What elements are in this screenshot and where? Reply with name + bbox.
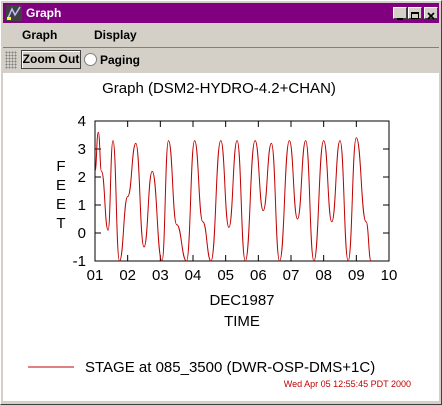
- chart-title: Graph (DSM2-HYDRO-4.2+CHAN): [102, 80, 336, 97]
- y-axis-label: FEET: [56, 158, 66, 232]
- timestamp: Wed Apr 05 12:55:45 PDT 2000: [284, 379, 411, 389]
- y-tick-label: 3: [78, 141, 86, 158]
- toolbar: Zoom Out Paging: [3, 47, 439, 72]
- app-icon: [6, 5, 22, 21]
- y-axis: 4 3 2 1 0 -1: [73, 113, 389, 270]
- menu-display[interactable]: Display: [94, 28, 137, 42]
- legend-label: STAGE at 085_3500 (DWR-OSP-DMS+1C): [85, 359, 375, 376]
- graph-area: Graph (DSM2-HYDRO-4.2+CHAN) 4 3 2 1 0 -1 01 02…: [3, 73, 439, 401]
- y-axis-label-letter: E: [56, 177, 66, 194]
- paging-radio[interactable]: [84, 53, 97, 66]
- close-icon: [427, 12, 435, 20]
- x-axis-label-line2: TIME: [224, 313, 260, 330]
- y-axis-label-letter: F: [56, 158, 65, 175]
- x-tick-label: 07: [283, 267, 300, 284]
- maximize-button[interactable]: [408, 7, 422, 19]
- x-tick-label: 10: [381, 267, 398, 284]
- y-tick-label: 2: [78, 169, 86, 186]
- x-tick-label: 01: [87, 267, 104, 284]
- x-tick-label: 06: [250, 267, 267, 284]
- x-axis: 01 02 03 04 05 06 07 08 09 10: [87, 121, 398, 284]
- close-button[interactable]: [424, 7, 438, 20]
- minimize-icon: [397, 18, 403, 20]
- x-tick-label: 02: [119, 267, 136, 284]
- y-tick-label: 1: [78, 197, 86, 214]
- graph-window: Graph Graph Display Zoom Out Paging Grap…: [0, 0, 442, 405]
- maximize-icon: [411, 12, 419, 19]
- menu-graph[interactable]: Graph: [22, 28, 57, 42]
- window-title: Graph: [26, 6, 62, 20]
- y-axis-label-letter: E: [56, 196, 66, 213]
- x-tick-label: 04: [185, 267, 202, 284]
- plot-frame: [94, 120, 390, 262]
- title-bar[interactable]: Graph: [3, 3, 439, 23]
- minimize-button[interactable]: [393, 7, 407, 20]
- x-tick-label: 05: [217, 267, 234, 284]
- zoom-out-button[interactable]: Zoom Out: [21, 50, 81, 69]
- series-line: [94, 131, 372, 262]
- toolbar-grip[interactable]: [5, 51, 17, 69]
- x-tick-label: 09: [348, 267, 365, 284]
- x-tick-label: 08: [315, 267, 332, 284]
- y-tick-label: 4: [78, 113, 86, 130]
- y-axis-label-letter: T: [56, 215, 65, 232]
- menu-bar: Graph Display: [3, 25, 439, 45]
- y-tick-label: -1: [73, 253, 86, 270]
- x-axis-label-line1: DEC1987: [209, 292, 274, 309]
- chart: Graph (DSM2-HYDRO-4.2+CHAN) 43210-1 01 02…: [28, 80, 411, 389]
- y-tick-label: 0: [78, 225, 86, 242]
- x-tick-label: 03: [152, 267, 169, 284]
- paging-label: Paging: [100, 53, 141, 67]
